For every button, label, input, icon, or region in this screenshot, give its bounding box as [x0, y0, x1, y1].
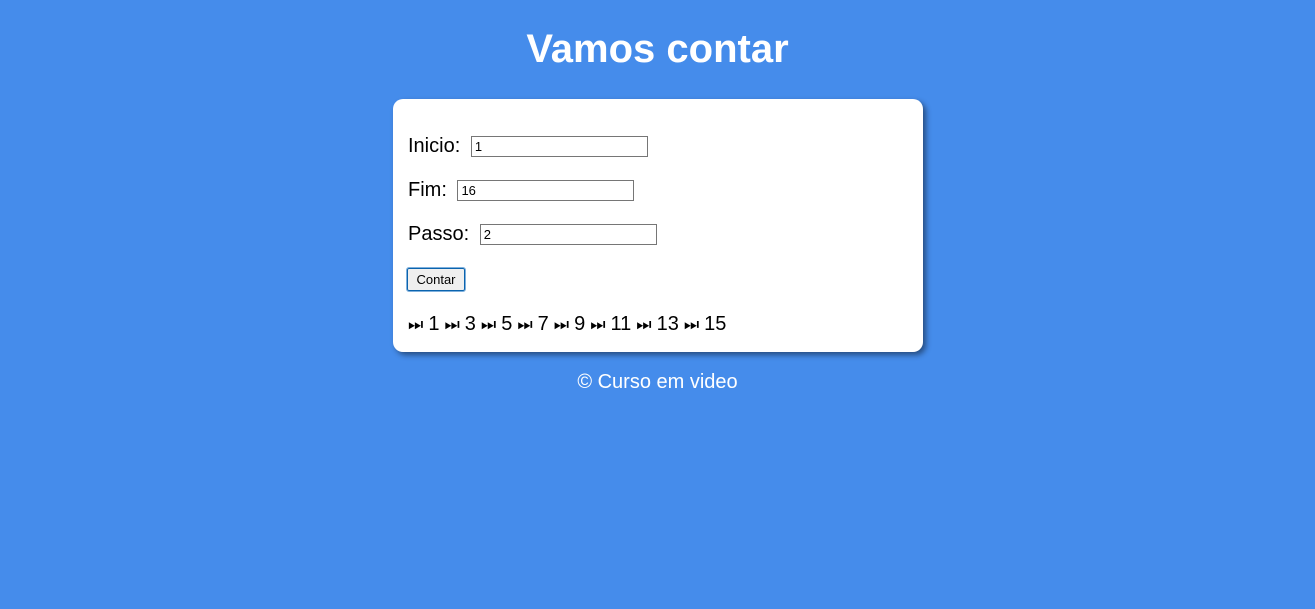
count-value: 13 [656, 313, 679, 335]
count-step: ⏭ 9 [554, 313, 590, 336]
count-result: ⏭ 1 ⏭ 3 ⏭ 5 ⏭ 7 ⏭ 9 ⏭ 11 ⏭ 13 ⏭ 15 [408, 313, 731, 336]
fim-input[interactable] [457, 179, 635, 201]
fim-label: Fim: [408, 178, 453, 201]
inicio-input[interactable] [470, 135, 648, 157]
count-value: 9 [574, 313, 586, 335]
page-title: Vamos contar [526, 27, 789, 71]
count-step: ⏭ 3 [444, 313, 480, 336]
next-track-icon: ⏭ [590, 314, 606, 334]
next-track-icon: ⏭ [683, 314, 700, 334]
inicio-row: Inicio: [408, 134, 648, 158]
count-value: 7 [537, 313, 549, 335]
count-value: 11 [610, 313, 632, 335]
next-track-icon: ⏭ [480, 314, 497, 334]
next-track-icon: ⏭ [517, 314, 533, 334]
next-track-icon: ⏭ [636, 314, 652, 334]
passo-row: Passo: [408, 222, 657, 246]
next-track-icon: ⏭ [408, 314, 424, 334]
passo-label: Passo: [408, 222, 475, 245]
passo-input[interactable] [479, 223, 657, 245]
count-value: 3 [464, 313, 476, 335]
count-step: ⏭ 1 [408, 313, 444, 336]
contar-button[interactable]: Contar [406, 267, 466, 292]
count-value: 1 [428, 313, 440, 335]
inicio-label: Inicio: [408, 134, 466, 157]
next-track-icon: ⏭ [444, 314, 460, 334]
fim-row: Fim: [408, 178, 635, 202]
count-step: ⏭ 11 [590, 313, 636, 336]
count-step: ⏭ 13 [636, 313, 684, 336]
count-value: 5 [501, 313, 513, 335]
count-value: 15 [704, 313, 727, 335]
footer-credit: © Curso em video [577, 371, 738, 393]
next-track-icon: ⏭ [553, 314, 570, 334]
counter-card: Inicio: Fim: Passo: Contar ⏭1⏭3⏭5⏭7⏭9⏭11… [393, 99, 923, 352]
count-step: ⏭ 5 [481, 313, 517, 336]
count-step: ⏭ 7 [517, 313, 553, 336]
count-step: ⏭ 15 [684, 313, 732, 336]
